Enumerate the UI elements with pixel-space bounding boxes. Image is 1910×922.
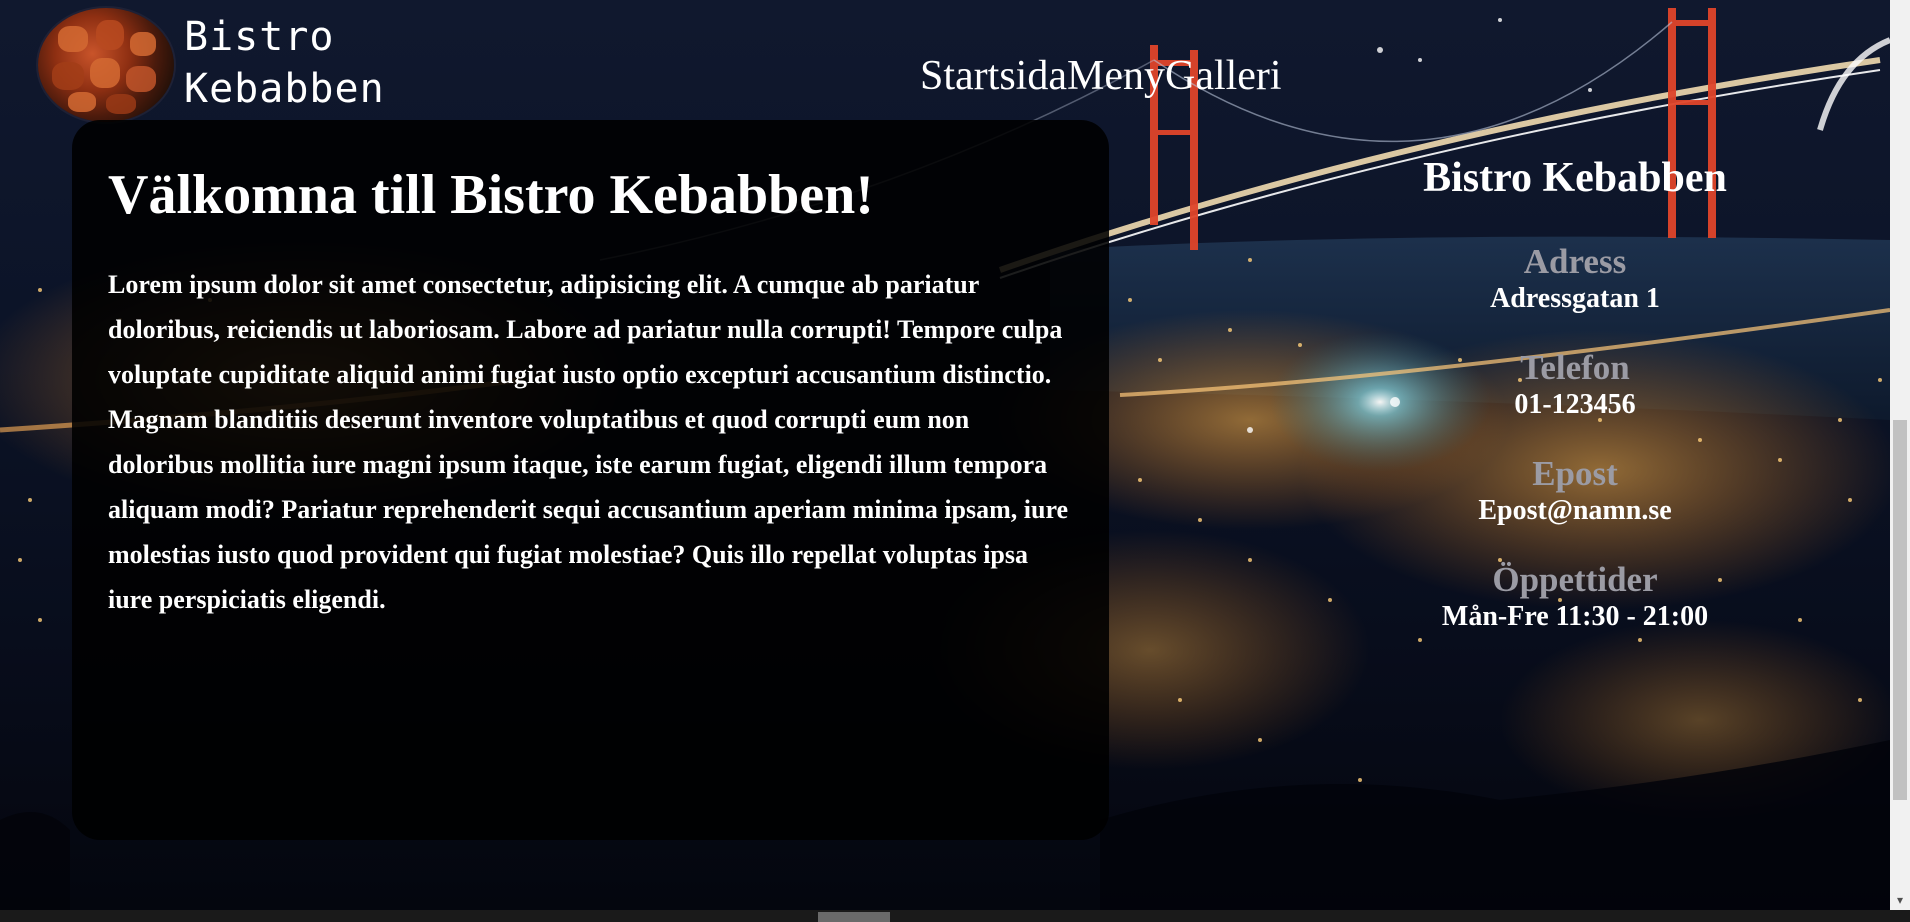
phone-value: 01-123456 [1514, 389, 1636, 420]
brand-logo[interactable]: Bistro Kebabben [38, 8, 385, 122]
email-value: Epost@namn.se [1478, 495, 1672, 526]
email-label: Epost [1532, 454, 1618, 493]
brand-name: Bistro Kebabben [184, 11, 385, 115]
kebab-logo-image [38, 8, 174, 122]
address-value: Adressgatan 1 [1490, 283, 1660, 314]
contact-info: Bistro Kebabben Adress Adressgatan 1 Tel… [1330, 150, 1820, 666]
welcome-heading: Välkomna till Bistro Kebabben! [108, 164, 874, 226]
hours-label: Öppettider [1492, 560, 1658, 599]
welcome-card: Välkomna till Bistro Kebabben! Lorem ips… [72, 120, 1109, 840]
welcome-text: Lorem ipsum dolor sit amet consectetur, … [108, 270, 1069, 614]
hours-value: Mån-Fre 11:30 - 21:00 [1441, 601, 1709, 632]
horizontal-scrollbar-thumb[interactable] [818, 912, 890, 922]
vertical-scrollbar-thumb[interactable] [1893, 420, 1907, 800]
phone-label: Telefon [1520, 348, 1630, 387]
horizontal-scrollbar[interactable] [0, 910, 1910, 922]
vertical-scrollbar[interactable]: ▾ [1890, 0, 1910, 910]
page-viewport: Bistro Kebabben Startsida Meny Galleri V… [0, 0, 1890, 910]
nav-link-galleri[interactable]: Galleri [1165, 50, 1282, 102]
main-nav: Startsida Meny Galleri [920, 50, 1282, 102]
contact-title: Bistro Kebabben [1423, 155, 1727, 201]
brand-name-line2: Kebabben [184, 66, 385, 112]
brand-name-line1: Bistro [184, 14, 335, 60]
scroll-down-arrow-icon[interactable]: ▾ [1894, 894, 1906, 906]
nav-link-startsida[interactable]: Startsida [920, 50, 1067, 102]
nav-link-meny[interactable]: Meny [1067, 50, 1165, 102]
address-label: Adress [1523, 242, 1627, 281]
